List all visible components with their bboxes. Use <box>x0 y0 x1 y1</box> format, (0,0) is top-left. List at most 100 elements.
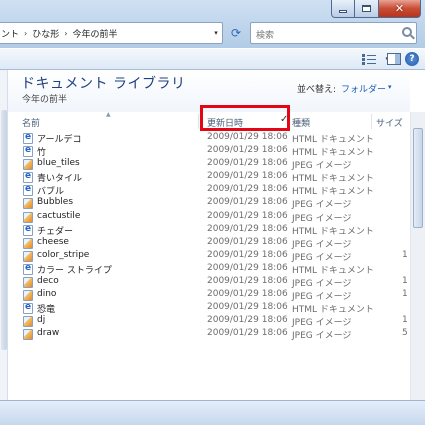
maximize-icon <box>362 5 371 12</box>
file-date-modified: 2009/01/29 18:06 <box>207 210 288 221</box>
file-size: 1 <box>402 315 408 326</box>
column-divider[interactable] <box>371 114 372 129</box>
file-name[interactable]: dino <box>37 289 56 299</box>
file-type: JPEG イメージ <box>292 213 352 224</box>
file-row[interactable]: 竹 2009/01/29 18:06 HTML ドキュメント <box>0 145 410 158</box>
breadcrumb-templates[interactable]: ひな形 <box>30 27 61 40</box>
minimize-button[interactable] <box>331 0 355 18</box>
file-type: JPEG イメージ <box>292 239 352 250</box>
library-subtitle: 今年の前半 <box>22 95 68 105</box>
search-icon[interactable] <box>402 27 412 37</box>
file-row[interactable]: チェダー 2009/01/29 18:06 HTML ドキュメント <box>0 224 410 237</box>
file-name[interactable]: dj <box>37 315 45 325</box>
arrange-by-dropdown[interactable]: フォルダー <box>341 82 386 95</box>
minimize-icon <box>339 9 347 13</box>
column-header-type[interactable]: 種類 <box>292 116 310 129</box>
jpeg-file-icon <box>23 316 33 328</box>
column-divider[interactable] <box>198 114 199 129</box>
help-button[interactable]: ? <box>405 52 419 66</box>
file-row[interactable]: blue_tiles 2009/01/29 18:06 JPEG イメージ <box>0 158 410 171</box>
maximize-button[interactable] <box>355 0 379 18</box>
file-row[interactable]: dj 2009/01/29 18:06 JPEG イメージ 1 <box>0 315 410 328</box>
preview-pane-button[interactable] <box>387 53 401 65</box>
file-row[interactable]: カラー ストライプ 2009/01/29 18:06 HTML ドキュメント <box>0 263 410 276</box>
file-type: JPEG イメージ <box>292 279 352 290</box>
file-name[interactable]: 恐竜 <box>37 302 55 315</box>
file-date-modified: 2009/01/29 18:06 <box>207 289 288 300</box>
library-title: ドキュメント ライブラリ <box>21 76 186 92</box>
file-date-modified: 2009/01/29 18:06 <box>207 197 288 208</box>
search-input[interactable]: 検索 <box>250 22 417 44</box>
file-name[interactable]: 青いタイル <box>37 171 82 184</box>
arrange-by-label: 並べ替え: <box>297 85 337 95</box>
file-type: HTML ドキュメント <box>292 148 374 159</box>
file-name[interactable]: deco <box>37 276 59 286</box>
vertical-scrollbar[interactable] <box>410 112 425 400</box>
file-date-modified: 2009/01/29 18:06 <box>207 276 288 287</box>
jpeg-file-icon <box>23 250 33 262</box>
file-size: 1 <box>402 289 408 300</box>
address-dropdown-icon[interactable]: ▾ <box>210 29 222 37</box>
file-row[interactable]: Bubbles 2009/01/29 18:06 JPEG イメージ <box>0 197 410 210</box>
file-name[interactable]: Bubbles <box>37 197 73 207</box>
jpeg-file-icon <box>23 237 33 249</box>
change-view-button[interactable] <box>359 52 379 68</box>
breadcrumb-documents[interactable]: ント <box>0 27 21 40</box>
file-name[interactable]: draw <box>37 328 59 338</box>
html-file-icon <box>23 132 33 144</box>
file-date-modified: 2009/01/29 18:06 <box>207 302 288 313</box>
file-type: HTML ドキュメント <box>292 305 374 316</box>
sort-indicator-icon: ▲ <box>106 111 111 118</box>
file-row[interactable]: color_stripe 2009/01/29 18:06 JPEG イメージ 1 <box>0 250 410 263</box>
file-row[interactable]: deco 2009/01/29 18:06 JPEG イメージ 1 <box>0 276 410 289</box>
file-date-modified: 2009/01/29 18:06 <box>207 328 288 339</box>
jpeg-file-icon <box>23 329 33 341</box>
file-type: JPEG イメージ <box>292 200 352 211</box>
file-date-modified: 2009/01/29 18:06 <box>207 249 288 260</box>
jpeg-file-icon <box>23 211 33 223</box>
html-file-icon <box>23 263 33 275</box>
html-file-icon <box>23 224 33 236</box>
close-icon: ✕ <box>394 2 405 15</box>
column-header-size[interactable]: サイズ <box>376 116 403 129</box>
file-name[interactable]: cactustile <box>37 211 80 221</box>
file-type: HTML ドキュメント <box>292 226 374 237</box>
file-name[interactable]: チェダー <box>37 224 73 237</box>
file-row[interactable]: 青いタイル 2009/01/29 18:06 HTML ドキュメント <box>0 171 410 184</box>
vertical-scrollbar-thumb[interactable] <box>413 128 423 228</box>
file-type: JPEG イメージ <box>292 331 352 342</box>
file-type: JPEG イメージ <box>292 252 352 263</box>
column-header-name[interactable]: 名前 <box>22 116 40 129</box>
address-bar[interactable]: ント › ひな形 › 今年の前半 ▾ <box>0 22 223 44</box>
refresh-icon[interactable]: ⟳ <box>227 24 245 42</box>
file-name[interactable]: blue_tiles <box>37 158 80 168</box>
file-row[interactable]: draw 2009/01/29 18:06 JPEG イメージ 5 <box>0 328 410 341</box>
breadcrumb-first-half[interactable]: 今年の前半 <box>70 27 119 40</box>
close-button[interactable]: ✕ <box>379 0 421 18</box>
file-type: JPEG イメージ <box>292 318 352 329</box>
file-name[interactable]: color_stripe <box>37 250 89 260</box>
file-row[interactable]: アールデコ 2009/01/29 18:06 HTML ドキュメント <box>0 132 410 145</box>
file-type: HTML ドキュメント <box>292 135 374 145</box>
file-row[interactable]: cactustile 2009/01/29 18:06 JPEG イメージ <box>0 211 410 224</box>
caption-buttons: ✕ <box>331 0 421 18</box>
navigation-scrollbar-thumb[interactable] <box>1 110 7 350</box>
file-row[interactable]: cheese 2009/01/29 18:06 JPEG イメージ <box>0 237 410 250</box>
file-name[interactable]: アールデコ <box>37 132 81 145</box>
file-date-modified: 2009/01/29 18:06 <box>207 315 288 326</box>
file-list-pane: ドキュメント ライブラリ 今年の前半 並べ替え: フォルダー ▾ 名前 ▲ 更新… <box>0 70 425 400</box>
html-file-icon <box>23 302 33 315</box>
breadcrumb-separator-icon[interactable]: › <box>61 29 70 38</box>
explorer-window: ✕ ント › ひな形 › 今年の前半 ▾ ⟳ 検索 ▾ ? ドキュメント ライブ… <box>0 0 425 425</box>
file-name[interactable]: バブル <box>37 184 64 197</box>
file-name[interactable]: cheese <box>37 237 69 247</box>
arrange-by-dropdown-icon[interactable]: ▾ <box>388 83 392 91</box>
file-name[interactable]: 竹 <box>37 145 46 158</box>
file-list: アールデコ2009/01/29 18:06HTML ドキュメント竹2009/01… <box>0 132 410 342</box>
breadcrumb-separator-icon[interactable]: › <box>21 29 30 38</box>
file-row[interactable]: バブル 2009/01/29 18:06 HTML ドキュメント <box>0 184 410 197</box>
details-pane <box>0 400 425 425</box>
file-row[interactable]: 恐竜 2009/01/29 18:06 HTML ドキュメント <box>0 302 410 315</box>
file-name[interactable]: カラー ストライプ <box>37 263 112 276</box>
file-row[interactable]: dino 2009/01/29 18:06 JPEG イメージ 1 <box>0 289 410 302</box>
